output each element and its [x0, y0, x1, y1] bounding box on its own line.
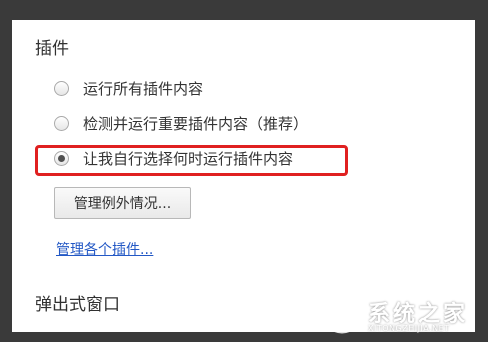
radio-run-all-plugins[interactable]: 运行所有插件内容 — [54, 77, 203, 99]
plugins-section-title: 插件 — [35, 39, 69, 59]
radio-click-to-play[interactable]: 让我自行选择何时运行插件内容 — [54, 147, 293, 169]
radio-label: 检测并运行重要插件内容（推荐） — [83, 114, 309, 133]
watermark-url: XITONGZHIJIA.NET — [368, 324, 450, 333]
manage-exceptions-button[interactable]: 管理例外情况... — [54, 187, 191, 219]
manage-plugins-link[interactable]: 管理各个插件... — [56, 239, 153, 259]
radio-button[interactable] — [54, 115, 69, 131]
radio-button[interactable] — [54, 80, 69, 96]
watermark-logo-icon — [322, 294, 362, 334]
radio-label: 运行所有插件内容 — [83, 79, 204, 98]
radio-detect-important-plugins[interactable]: 检测并运行重要插件内容（推荐） — [54, 112, 308, 134]
settings-panel: 插件 运行所有插件内容 检测并运行重要插件内容（推荐） 让我自行选择何时运行插件… — [12, 20, 475, 332]
popups-section-title: 弹出式窗口 — [35, 295, 120, 315]
radio-label: 让我自行选择何时运行插件内容 — [83, 149, 294, 168]
radio-button-selected[interactable] — [54, 150, 69, 166]
site-watermark: 系统之家 XITONGZHIJIA.NET — [320, 290, 485, 338]
